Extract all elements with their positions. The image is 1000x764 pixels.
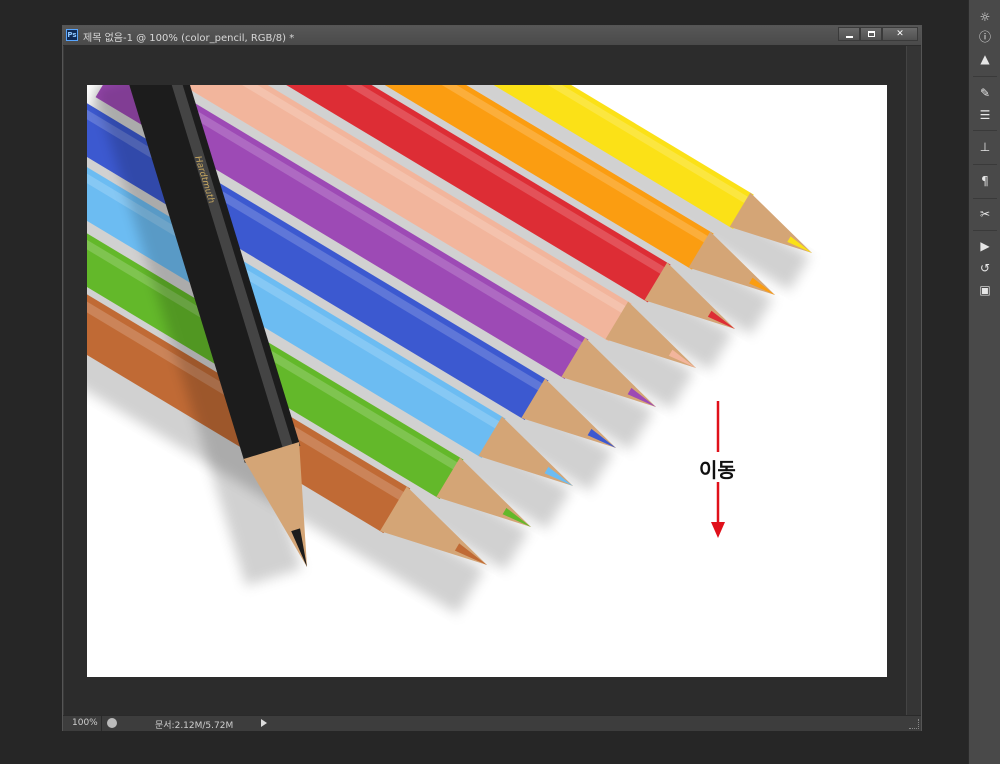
arrow-head bbox=[711, 522, 725, 538]
right-panel-dock: ☼ ⓘ ▲ ✎ ☰ ⊥ ¶ ✂ ▶ ↺ ▣ bbox=[968, 0, 1000, 764]
resize-grip-icon[interactable] bbox=[909, 719, 919, 729]
info-icon[interactable]: ⓘ bbox=[976, 28, 994, 46]
pencil-group: Hardtmuth bbox=[87, 85, 812, 615]
close-button[interactable] bbox=[882, 27, 918, 41]
annotation-label: 이동 bbox=[699, 458, 736, 482]
tools-icon[interactable]: ✂ bbox=[976, 205, 994, 223]
maximize-button[interactable] bbox=[860, 27, 882, 41]
play-icon[interactable]: ▶ bbox=[976, 237, 994, 255]
document-title: 제목 없음-1 @ 100% (color_pencil, RGB/8) * bbox=[83, 33, 295, 44]
panel-divider bbox=[973, 230, 997, 231]
panel-divider bbox=[973, 76, 997, 77]
zoom-level[interactable]: 100% bbox=[72, 718, 98, 728]
status-divider bbox=[101, 716, 102, 731]
document-window: Ps 제목 없음-1 @ 100% (color_pencil, RGB/8) … bbox=[62, 25, 922, 731]
color-pencils-photo: Hardtmuth bbox=[87, 85, 812, 615]
histogram-icon[interactable]: ▲ bbox=[976, 50, 994, 68]
canvas-area[interactable]: Hardtmuth 이동 bbox=[64, 46, 906, 716]
paragraph-icon[interactable]: ¶ bbox=[976, 172, 994, 190]
brightness-icon[interactable]: ☼ bbox=[976, 8, 994, 26]
history-icon[interactable]: ↺ bbox=[976, 259, 994, 277]
panel-divider bbox=[973, 130, 997, 131]
status-bar: 100% 문서:2.12M/5.72M bbox=[63, 715, 921, 731]
status-info-icon[interactable] bbox=[107, 718, 117, 728]
status-menu-arrow-icon[interactable] bbox=[261, 719, 267, 727]
vertical-scrollbar[interactable] bbox=[906, 46, 921, 716]
clone-stamp-icon[interactable]: ⊥ bbox=[976, 138, 994, 156]
document-size: 문서:2.12M/5.72M bbox=[155, 721, 234, 731]
adjustments-icon[interactable]: ☰ bbox=[976, 106, 994, 124]
photoshop-icon: Ps bbox=[66, 29, 78, 41]
brush-tool-icon[interactable]: ✎ bbox=[976, 84, 994, 102]
minimize-button[interactable] bbox=[838, 27, 860, 41]
properties-icon[interactable]: ▣ bbox=[976, 281, 994, 299]
panel-divider bbox=[973, 164, 997, 165]
image-canvas[interactable]: Hardtmuth 이동 bbox=[87, 85, 887, 677]
document-titlebar[interactable]: Ps 제목 없음-1 @ 100% (color_pencil, RGB/8) … bbox=[63, 26, 921, 46]
panel-divider bbox=[973, 198, 997, 199]
